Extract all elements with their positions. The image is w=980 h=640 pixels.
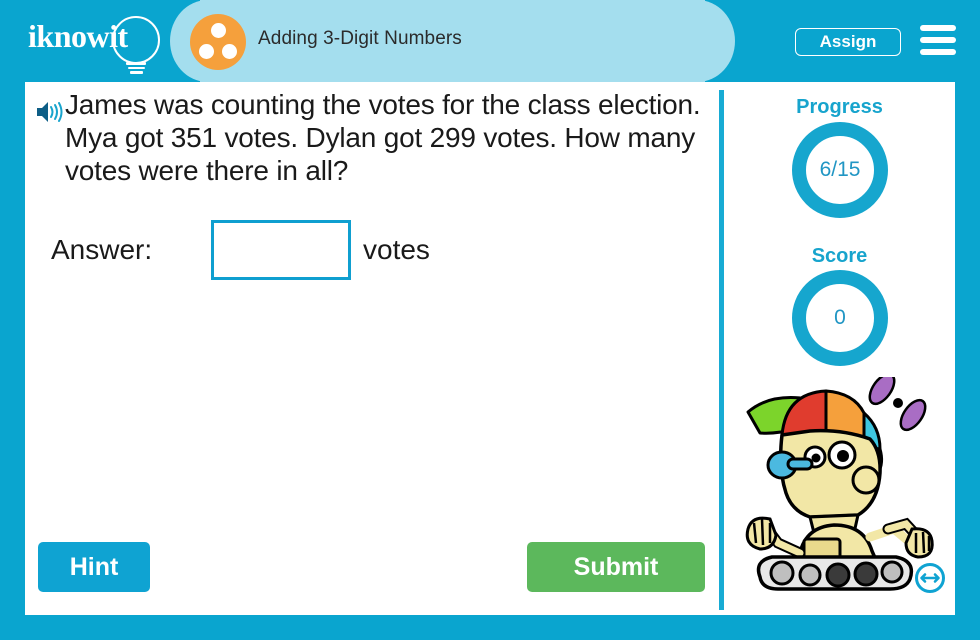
score-value: 0	[834, 306, 846, 329]
robot-mascot-icon	[730, 372, 952, 592]
question-text: James was counting the votes for the cla…	[65, 89, 701, 186]
score-ring: 0	[792, 270, 888, 366]
lightbulb-icon	[112, 16, 160, 64]
assign-button[interactable]: Assign	[795, 28, 901, 56]
horizontal-resize-arrow-icon[interactable]	[914, 562, 946, 594]
content-card: James was counting the votes for the cla…	[25, 82, 955, 615]
app-root: iknowit Adding 3-Digit Numbers Assign Ja…	[0, 0, 980, 640]
lightbulb-base-icon	[126, 62, 146, 76]
progress-label: Progress	[796, 96, 883, 118]
question-pane: James was counting the votes for the cla…	[25, 82, 719, 615]
three-dots-circle-icon	[190, 14, 246, 70]
hamburger-menu-icon[interactable]	[920, 25, 956, 57]
progress-value: 6/15	[819, 158, 861, 181]
submit-button[interactable]: Submit	[527, 542, 705, 592]
stats-pane: Progress 6/15 Score 0	[724, 82, 955, 615]
answer-input[interactable]	[211, 220, 351, 280]
score-label: Score	[811, 245, 868, 267]
progress-ring: 6/15	[792, 122, 888, 218]
app-header: iknowit Adding 3-Digit Numbers Assign	[0, 0, 980, 82]
answer-unit-label: votes	[363, 234, 430, 265]
page-title: Adding 3-Digit Numbers	[258, 28, 462, 49]
answer-label: Answer:	[51, 234, 153, 265]
hint-button[interactable]: Hint	[38, 542, 150, 592]
iknowit-logo[interactable]: iknowit	[28, 12, 168, 74]
speaker-icon[interactable]	[35, 100, 65, 124]
